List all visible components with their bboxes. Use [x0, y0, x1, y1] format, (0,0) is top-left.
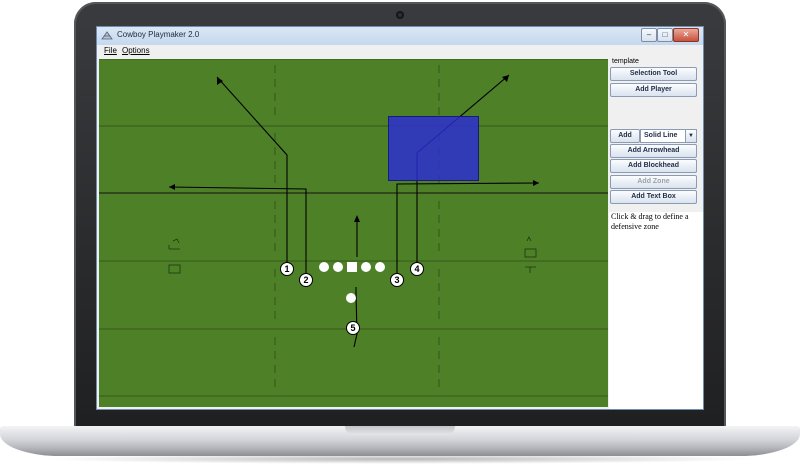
selection-tool-button[interactable]: Selection Tool — [610, 67, 697, 81]
panel-title: template — [612, 58, 639, 65]
window-title: Cowboy Playmaker 2.0 — [117, 30, 200, 39]
player-2[interactable]: 2 — [299, 273, 313, 287]
add-blockhead-button[interactable]: Add Blockhead — [610, 159, 697, 173]
line-style-value: Solid Line — [644, 132, 678, 139]
menu-bar: File Options — [97, 45, 703, 57]
maximize-button[interactable]: □ — [657, 28, 673, 42]
hint-area: Click & drag to define a defensive zone — [609, 212, 703, 409]
offensive-lineman[interactable] — [319, 262, 329, 272]
add-line-button[interactable]: Add — [610, 129, 640, 143]
minimize-button[interactable]: – — [641, 28, 657, 42]
webcam — [396, 11, 404, 19]
menu-options[interactable]: Options — [122, 46, 150, 55]
tool-panel: template Selection Tool Add Player Add S… — [609, 57, 703, 409]
title-bar[interactable]: Cowboy Playmaker 2.0 – □ ✕ — [97, 27, 703, 45]
app-icon — [101, 31, 113, 40]
player-5[interactable]: 5 — [346, 321, 360, 335]
player-4[interactable]: 4 — [410, 262, 424, 276]
app-window: Cowboy Playmaker 2.0 – □ ✕ File Options — [96, 26, 704, 410]
quarterback[interactable] — [346, 293, 356, 303]
player-1[interactable]: 1 — [280, 262, 294, 276]
menu-file[interactable]: File — [104, 46, 117, 55]
line-style-select[interactable]: Solid Line ▼ — [640, 129, 697, 143]
play-field-canvas[interactable]: 1 2 3 4 5 — [99, 59, 608, 407]
center-lineman[interactable] — [347, 262, 357, 272]
chevron-down-icon[interactable]: ▼ — [685, 130, 696, 142]
hint-text: Click & drag to define a defensive zone — [611, 212, 689, 231]
defensive-zone[interactable] — [388, 116, 479, 181]
add-zone-button[interactable]: Add Zone — [610, 175, 697, 189]
field-lines — [99, 59, 608, 397]
add-text-box-button[interactable]: Add Text Box — [610, 190, 697, 204]
player-3[interactable]: 3 — [390, 273, 404, 287]
close-button[interactable]: ✕ — [673, 28, 699, 42]
offensive-lineman[interactable] — [333, 262, 343, 272]
offensive-lineman[interactable] — [375, 262, 385, 272]
add-player-button[interactable]: Add Player — [610, 83, 697, 97]
offensive-lineman[interactable] — [361, 262, 371, 272]
laptop-notch — [345, 426, 455, 435]
add-arrowhead-button[interactable]: Add Arrowhead — [610, 144, 697, 158]
screen: Cowboy Playmaker 2.0 – □ ✕ File Options — [96, 26, 704, 410]
